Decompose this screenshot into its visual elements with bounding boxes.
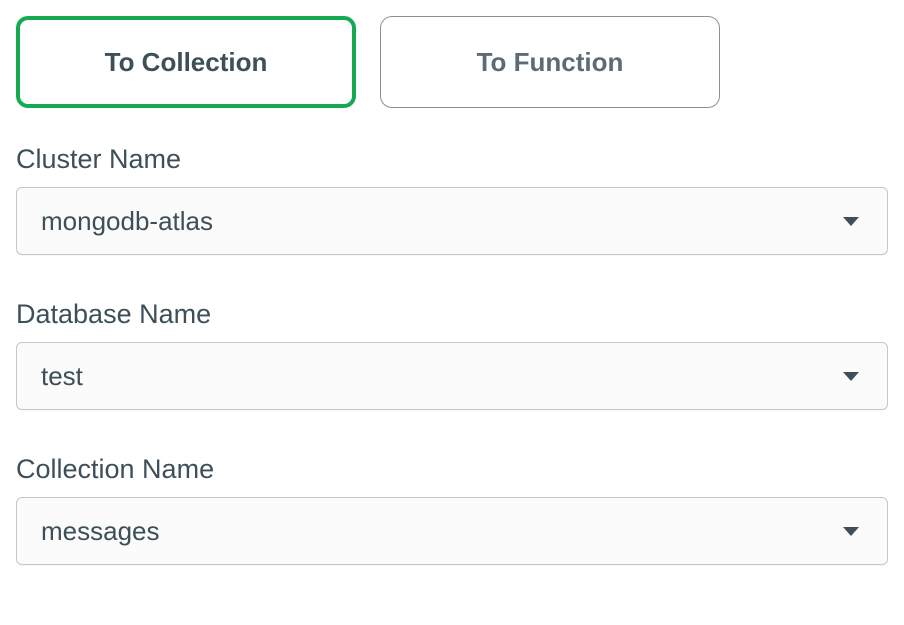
tab-to-collection[interactable]: To Collection	[16, 16, 356, 108]
destination-tabs: To Collection To Function	[16, 16, 888, 108]
database-name-select[interactable]: test	[16, 342, 888, 410]
collection-name-value: messages	[41, 516, 160, 547]
collection-name-label: Collection Name	[16, 454, 888, 485]
collection-name-select[interactable]: messages	[16, 497, 888, 565]
tab-label: To Collection	[105, 47, 268, 78]
chevron-down-icon	[843, 217, 859, 226]
database-name-field: Database Name test	[16, 299, 888, 410]
tab-label: To Function	[477, 47, 624, 78]
collection-name-field: Collection Name messages	[16, 454, 888, 565]
cluster-name-field: Cluster Name mongodb-atlas	[16, 144, 888, 255]
chevron-down-icon	[843, 527, 859, 536]
cluster-name-value: mongodb-atlas	[41, 206, 213, 237]
database-name-value: test	[41, 361, 83, 392]
chevron-down-icon	[843, 372, 859, 381]
tab-to-function[interactable]: To Function	[380, 16, 720, 108]
database-name-label: Database Name	[16, 299, 888, 330]
cluster-name-select[interactable]: mongodb-atlas	[16, 187, 888, 255]
cluster-name-label: Cluster Name	[16, 144, 888, 175]
